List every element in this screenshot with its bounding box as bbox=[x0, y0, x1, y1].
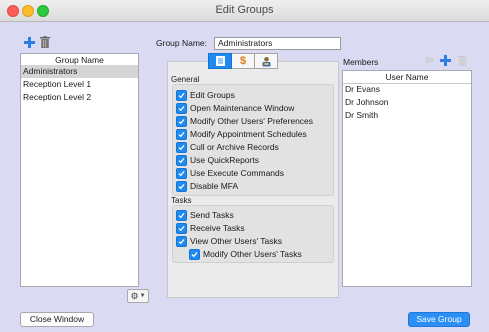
member-list-item[interactable]: Dr Evans bbox=[343, 83, 471, 96]
general-section-title: General bbox=[171, 75, 200, 84]
permissions-panel: General Edit Groups Open Maintenance Win… bbox=[167, 61, 339, 298]
task-sub-option[interactable]: Modify Other Users' Tasks bbox=[189, 248, 302, 260]
checkbox-checked-icon[interactable] bbox=[189, 248, 200, 260]
checkbox-checked-icon[interactable] bbox=[176, 141, 187, 153]
add-group-plus-icon[interactable] bbox=[24, 37, 35, 48]
group-list-item[interactable]: Reception Level 2 bbox=[21, 91, 138, 104]
gear-menu-button[interactable]: ⚙ ▼ bbox=[127, 289, 149, 303]
option-label: Cull or Archive Records bbox=[190, 142, 279, 152]
checkbox-checked-icon[interactable] bbox=[176, 235, 187, 247]
close-window-button[interactable]: Close Window bbox=[20, 312, 94, 327]
group-name-field[interactable]: Administrators bbox=[214, 37, 341, 50]
task-option[interactable]: Send Tasks bbox=[176, 209, 234, 221]
general-option[interactable]: Modify Other Users' Preferences bbox=[176, 115, 313, 127]
option-label: Use Execute Commands bbox=[190, 168, 285, 178]
member-list: User Name Dr Evans Dr Johnson Dr Smith bbox=[342, 70, 472, 287]
checkbox-checked-icon[interactable] bbox=[176, 167, 187, 179]
member-list-item[interactable]: Dr Johnson bbox=[343, 96, 471, 109]
general-option[interactable]: Use QuickReports bbox=[176, 154, 259, 166]
task-option[interactable]: Receive Tasks bbox=[176, 222, 245, 234]
delete-group-trash-icon[interactable] bbox=[40, 36, 50, 48]
option-label: Modify Other Users' Preferences bbox=[190, 116, 314, 126]
checkbox-checked-icon[interactable] bbox=[176, 115, 187, 127]
remove-member-trash-icon[interactable] bbox=[458, 55, 467, 66]
general-option[interactable]: Modify Appointment Schedules bbox=[176, 128, 307, 140]
general-options-box: Edit Groups Open Maintenance Window Modi… bbox=[172, 84, 334, 196]
members-label: Members bbox=[343, 57, 379, 67]
gear-icon: ⚙ bbox=[130, 290, 139, 301]
window-title: Edit Groups bbox=[215, 4, 274, 16]
option-label: Modify Appointment Schedules bbox=[190, 129, 307, 139]
add-member-plus-icon[interactable] bbox=[440, 55, 451, 66]
tasks-section-title: Tasks bbox=[171, 196, 192, 205]
checkbox-checked-icon[interactable] bbox=[176, 222, 187, 234]
list-icon bbox=[215, 56, 225, 66]
general-option[interactable]: Use Execute Commands bbox=[176, 167, 284, 179]
tab-billing[interactable]: $ bbox=[232, 53, 255, 69]
option-label: Modify Other Users' Tasks bbox=[203, 249, 302, 259]
general-option[interactable]: Edit Groups bbox=[176, 89, 235, 101]
group-list-item[interactable]: Administrators bbox=[21, 65, 138, 78]
user-badge-icon bbox=[262, 56, 270, 66]
option-label: Edit Groups bbox=[190, 90, 235, 100]
message-icon[interactable] bbox=[425, 56, 434, 65]
checkbox-checked-icon[interactable] bbox=[176, 89, 187, 101]
option-label: Disable MFA bbox=[190, 181, 239, 191]
tab-general[interactable] bbox=[208, 53, 232, 69]
title-bar[interactable]: Edit Groups bbox=[0, 0, 489, 22]
member-list-item[interactable]: Dr Smith bbox=[343, 109, 471, 122]
dollar-icon: $ bbox=[239, 55, 247, 67]
group-name-label: Group Name: bbox=[156, 38, 208, 48]
checkbox-checked-icon[interactable] bbox=[176, 102, 187, 114]
save-group-button[interactable]: Save Group bbox=[408, 312, 470, 327]
tasks-options-box: Send Tasks Receive Tasks View Other User… bbox=[172, 205, 334, 263]
group-list: Group Name Administrators Reception Leve… bbox=[20, 53, 139, 287]
checkbox-checked-icon[interactable] bbox=[176, 154, 187, 166]
edit-groups-window: Edit Groups Group Name Administrators Re… bbox=[0, 0, 489, 332]
general-option[interactable]: Open Maintenance Window bbox=[176, 102, 294, 114]
option-label: Receive Tasks bbox=[190, 223, 245, 233]
option-label: Send Tasks bbox=[190, 210, 234, 220]
checkbox-checked-icon[interactable] bbox=[176, 180, 187, 192]
option-label: Open Maintenance Window bbox=[190, 103, 295, 113]
option-label: View Other Users' Tasks bbox=[190, 236, 283, 246]
checkbox-checked-icon[interactable] bbox=[176, 128, 187, 140]
tab-users[interactable] bbox=[255, 53, 278, 69]
checkbox-checked-icon[interactable] bbox=[176, 209, 187, 221]
general-option[interactable]: Disable MFA bbox=[176, 180, 238, 192]
option-label: Use QuickReports bbox=[190, 155, 259, 165]
group-list-item[interactable]: Reception Level 1 bbox=[21, 78, 138, 91]
chevron-down-icon: ▼ bbox=[139, 293, 146, 299]
general-option[interactable]: Cull or Archive Records bbox=[176, 141, 279, 153]
task-option[interactable]: View Other Users' Tasks bbox=[176, 235, 282, 247]
permission-tabs: $ bbox=[208, 53, 278, 69]
